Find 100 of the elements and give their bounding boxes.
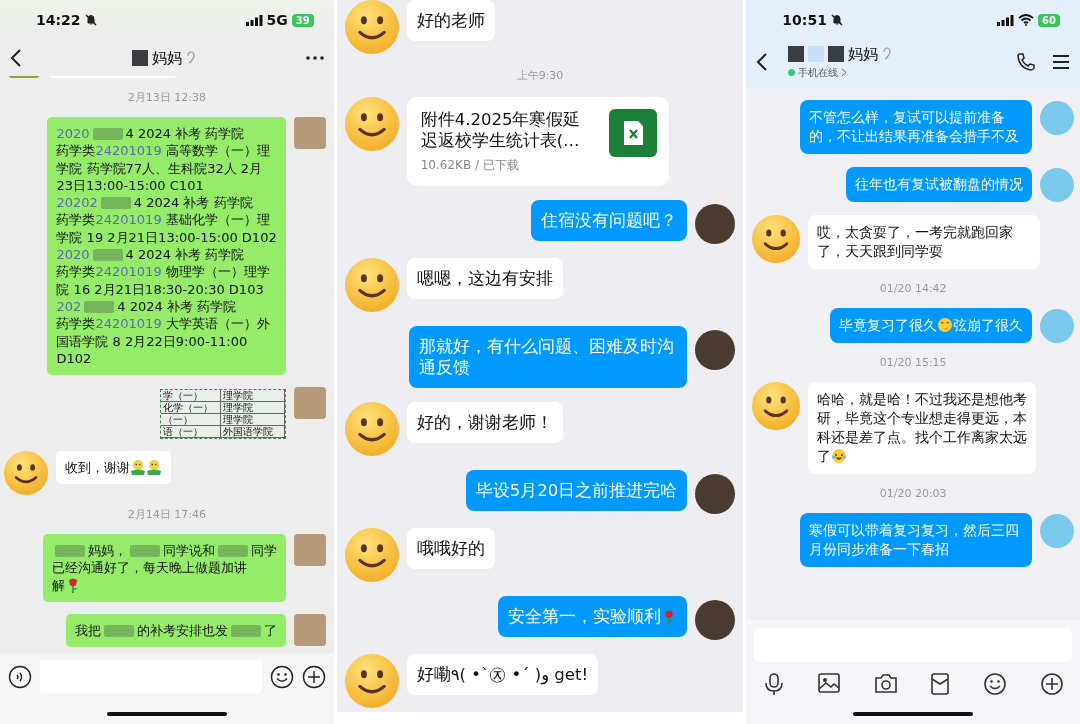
redaction-block (92, 128, 123, 140)
redaction-block (92, 249, 123, 262)
menu-icon[interactable] (1052, 54, 1070, 70)
table-cell: 学（一） (160, 390, 221, 403)
smiley-avatar-icon (752, 215, 801, 263)
message-text: 24201019 (95, 264, 162, 280)
microphone-icon[interactable] (762, 672, 785, 696)
message-text: 我把 (74, 623, 101, 639)
avatar-photo[interactable] (695, 204, 736, 244)
message-text: 哦哦好的 (416, 539, 485, 558)
message-text: 4 2024 补考 药学院 (117, 298, 237, 314)
hugging-emoji-icon (146, 459, 162, 476)
message-text: 学院 19 2月21日13:00-15:00 D102 (56, 229, 277, 245)
message-text: 院 16 2月21日18:30-20:30 D103 (56, 281, 264, 297)
back-icon[interactable] (756, 52, 769, 72)
message-text: D102 (56, 350, 92, 366)
battery-indicator: 60 (1038, 13, 1060, 27)
image-icon[interactable] (817, 672, 842, 694)
table-cell: 化学（一） (160, 402, 221, 415)
add-icon[interactable] (1039, 672, 1064, 696)
message-text: 安全第一，实验顺利 (508, 607, 662, 626)
message-text: 寒假可以带着复习复习，然后三四月份同步准备一下春招 (809, 522, 1019, 557)
message-text: 4 2024 补考 药学院 (133, 195, 253, 211)
table-cell: （一） (160, 414, 221, 427)
message-text: 那就好，有什么问题、困难及时沟通反馈 (419, 337, 675, 377)
hugging-emoji-icon (130, 459, 146, 476)
message-text: 23日13:00-15:00 C101 (56, 177, 204, 193)
emoji-icon[interactable] (269, 664, 294, 689)
table-screenshot[interactable]: 学（一） 理学院 化学（一） 理学院 （一） 理学院 语（一） 外国语学院 (159, 389, 286, 440)
smiley-avatar-icon (344, 402, 399, 456)
message-text: 2020 (56, 126, 90, 141)
message-text: 20202 (56, 195, 98, 211)
redaction-block (788, 46, 805, 62)
smiley-avatar-icon (344, 258, 399, 312)
smiley-avatar-icon (752, 382, 801, 430)
smiley-avatar-icon (4, 451, 48, 496)
file-name: 附件4.2025年寒假延迟返校学生统计表(… (420, 109, 582, 151)
wifi-icon (1018, 14, 1035, 26)
redaction-block (230, 625, 261, 638)
message-text: 解 (51, 577, 65, 593)
message-text: 好的老师 (416, 11, 485, 30)
message-text: 毕竟复习了很久 (839, 317, 937, 333)
message-text: 药学类 (56, 143, 96, 159)
timestamp: 01/20 14:42 (879, 282, 947, 295)
message-text: 已经沟通好了，每天晚上做题加讲 (51, 560, 247, 576)
avatar-photo[interactable] (695, 600, 736, 640)
message-text: 妈妈， (87, 543, 127, 559)
back-icon[interactable] (10, 48, 22, 68)
message-text: 物理学（一）理学 (164, 264, 270, 280)
chevron-icon (841, 68, 848, 77)
bell-slash-icon (830, 14, 843, 26)
message-text: 学院 药学院77人、生科院32人 2月 (56, 160, 263, 176)
envelope-icon[interactable] (930, 672, 951, 696)
table-cell: 语（一） (160, 426, 221, 439)
message-text: 毕设5月20日之前推进完哈 (475, 481, 678, 500)
status-time: 10:51 (782, 12, 827, 28)
add-icon[interactable] (301, 664, 326, 689)
redaction-block (131, 50, 148, 66)
message-text: 大学英语（一）外 (164, 316, 270, 332)
message-text: 研，毕竟这个专业想走得更远，本 (817, 410, 1028, 426)
message-text: 24201019 (95, 212, 162, 228)
timestamp: 上午9:30 (516, 68, 564, 83)
timestamp: 01/20 15:15 (879, 356, 947, 369)
smiley-avatar-icon (344, 0, 399, 54)
timestamp: 2月13日 12:38 (127, 90, 206, 105)
message-text: 高等数学（一）理 (164, 143, 270, 159)
message-text: 24201019 (95, 143, 162, 159)
ear-icon (185, 51, 196, 65)
avatar-photo[interactable] (695, 330, 736, 370)
message-text: 4 2024 补考 药学院 (125, 126, 245, 141)
message-text: 了 (263, 623, 277, 639)
file-meta: 10.62KB / 已下载 (420, 157, 520, 174)
laughing-face-icon (831, 448, 848, 464)
phone-icon[interactable] (1016, 52, 1036, 72)
emoji-icon[interactable] (983, 672, 1008, 696)
avatar-photo[interactable] (695, 474, 736, 514)
network-label: 5G (266, 12, 288, 28)
voice-icon[interactable] (8, 664, 32, 689)
face-with-hand-icon (937, 317, 953, 333)
message-text: 药学类 (56, 316, 96, 332)
message-text: 药学类 (56, 264, 96, 280)
redaction-block (84, 300, 115, 313)
message-text: 哈哈，就是哈！不过我还是想他考 (817, 391, 1028, 407)
message-text: 药学类 (56, 212, 96, 228)
chat-title: 妈妈 (151, 48, 182, 68)
redaction-block (54, 545, 85, 558)
camera-icon[interactable] (873, 672, 898, 694)
table-cell: 理学院 (220, 390, 285, 403)
ear-icon (882, 47, 893, 61)
redaction-block (217, 545, 248, 558)
battery-indicator: 39 (291, 13, 314, 27)
message-text: 住宿没有问题吧？ (541, 211, 678, 230)
bell-slash-icon (84, 14, 97, 26)
smiley-avatar-icon (344, 97, 399, 151)
file-card[interactable]: 附件4.2025年寒假延迟返校学生统计表(… 10.62KB / 已下载 (406, 97, 669, 186)
message-text: 哎，太贪耍了，一考完就跑回家了，天天跟到同学耍 (817, 224, 1014, 259)
message-text: 同学说和 (162, 543, 215, 559)
more-icon[interactable] (305, 56, 324, 60)
message-text: 好的，谢谢老师！ (416, 413, 553, 432)
table-cell: 理学院 (220, 402, 285, 415)
